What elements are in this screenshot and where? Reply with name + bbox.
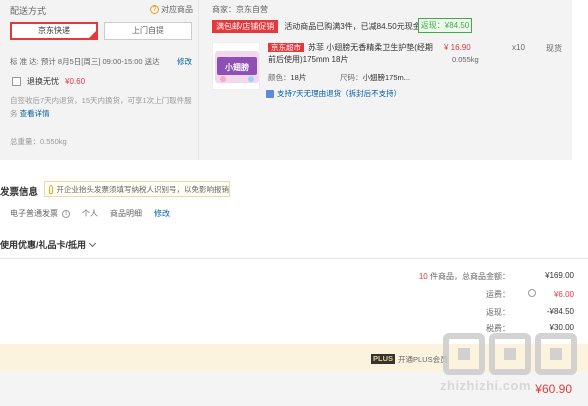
product-color: 颜色：18片 [268, 72, 306, 83]
invoice-content: 商品明细 [110, 209, 142, 218]
summary-goods-total: 10 件商品，总商品金额： ¥169.00 [374, 271, 574, 282]
product-qty: x10 [512, 43, 525, 52]
total-weight: 总重量：0.550kg [10, 137, 67, 146]
watermark-text: zhizhizhi.com [440, 378, 531, 393]
coupon-toggle[interactable]: 使用优惠/礼品卡/抵用 [0, 238, 97, 251]
lightbulb-icon [49, 184, 53, 194]
invoice-tip: 开企业抬头发票须填写纳税人识别号，以免影响报销 [44, 181, 230, 197]
summary-freight: 运费： ¥6.00 [374, 289, 574, 300]
promo-text: 活动商品已购满3件，已减84.50元现金 [284, 22, 421, 31]
shipping-method-self-pickup[interactable]: 上门自提 [104, 22, 192, 40]
compare-items-link[interactable]: ? 对应商品 [150, 4, 193, 15]
return-policy-icon [266, 89, 274, 98]
help-icon: ? [150, 5, 159, 14]
invoice-edit-link[interactable]: 修改 [154, 208, 170, 219]
return-policy-text: 支持7天无理由退货（拆封后不支持） [277, 89, 402, 98]
summary-rebate: 返现： -¥84.50 [374, 307, 574, 318]
color-value: 18片 [290, 73, 307, 82]
return-service-price: ¥0.60 [65, 77, 86, 86]
size-label: 尺码： [340, 73, 363, 82]
product-weight: 0.055kg [452, 55, 479, 64]
invoice-type: 电子普通发票 [10, 209, 58, 218]
color-label: 颜色： [268, 73, 291, 82]
return-service-checkbox[interactable] [12, 77, 21, 86]
compare-items-label[interactable]: 对应商品 [161, 4, 193, 15]
shipping-section: 配送方式 ? 对应商品 京东快递 上门自提 标 准 达: 预计 8月5日[周三]… [0, 0, 199, 160]
thumb-text: 小翅膀 [224, 62, 249, 72]
shipping-method-jd-express[interactable]: 京东快递 [10, 22, 98, 40]
return-service-detail-link[interactable]: 查看详情 [20, 109, 50, 118]
product-thumbnail[interactable]: 小翅膀 [212, 42, 260, 90]
freight-value: ¥6.00 [553, 290, 574, 299]
return-service-option[interactable]: 退换无忧 ¥0.60 [12, 76, 85, 87]
change-delivery-link[interactable]: 修改 [177, 56, 192, 67]
delivery-time: 标 准 达: 预计 8月5日[周三] 09:00-15:00 送达 修改 [10, 56, 196, 67]
return-service-label: 退换无忧 [27, 77, 59, 86]
shipping-title: 配送方式 [10, 6, 47, 16]
freight-label: 运费： [486, 290, 510, 299]
invoice-title: 发票信息 [0, 187, 39, 198]
goods-total-label-text: 件商品，总商品金额： [430, 272, 510, 281]
chevron-down-icon [88, 239, 97, 247]
promo-row: 满包邮/店铺促销 活动商品已购满3件，已减84.50元现金 [212, 20, 421, 33]
product-package-icon: 小翅膀 [213, 43, 259, 89]
invoice-details: 电子普通发票 i 个人 商品明细 修改 [10, 208, 170, 219]
coupon-label[interactable]: 使用优惠/礼品卡/抵用 [0, 238, 86, 251]
goods-total-label: 10 件商品，总商品金额： [390, 271, 510, 282]
invoice-holder: 个人 [82, 209, 98, 218]
size-value: 小翅膀175m... [362, 73, 411, 82]
freight-value-wrap: ¥6.00 [510, 289, 574, 300]
return-service-desc: 自签收后7天内退货，15天内换货，可享1次上门取件服务 查看详情 [10, 94, 196, 120]
rebate-label: 返现： [486, 308, 510, 317]
seller-name: 商家：京东自营 [212, 5, 268, 14]
return-policy: 支持7天无理由退货（拆封后不支持） [266, 88, 401, 99]
promo-saving-badge: 返现：¥84.50 [418, 18, 472, 33]
divider [0, 258, 588, 259]
watermark-logo [443, 333, 577, 375]
info-icon[interactable]: i [62, 209, 70, 218]
item-count: 10 [418, 272, 428, 281]
product-price: ¥ 16.90 [444, 43, 471, 52]
rebate-value: -¥84.50 [546, 307, 574, 316]
goods-total-value: ¥169.00 [545, 271, 574, 280]
order-package-panel: 配送方式 ? 对应商品 京东快递 上门自提 标 准 达: 预计 8月5日[周三]… [0, 0, 572, 160]
freight-info-icon[interactable] [527, 289, 536, 297]
product-name[interactable]: 京东超市 苏菲 小翅膀无香精柔卫生护垫(经期前后使用)175mm 18片 [268, 42, 440, 66]
product-size: 尺码：小翅膀175m... [340, 72, 410, 83]
invoice-tip-text: 开企业抬头发票须填写纳税人识别号，以免影响报销 [56, 184, 230, 194]
delivery-time-text: 标 准 达: 预计 8月5日[周三] 09:00-15:00 送达 [10, 57, 160, 66]
product-stock: 现货 [546, 44, 562, 53]
plus-badge: PLUS [371, 354, 396, 364]
jd-supermarket-tag: 京东超市 [268, 43, 304, 52]
promo-tag: 满包邮/店铺促销 [212, 20, 279, 33]
package-items: 商家：京东自营 满包邮/店铺促销 活动商品已购满3件，已减84.50元现金 返现… [200, 0, 572, 160]
